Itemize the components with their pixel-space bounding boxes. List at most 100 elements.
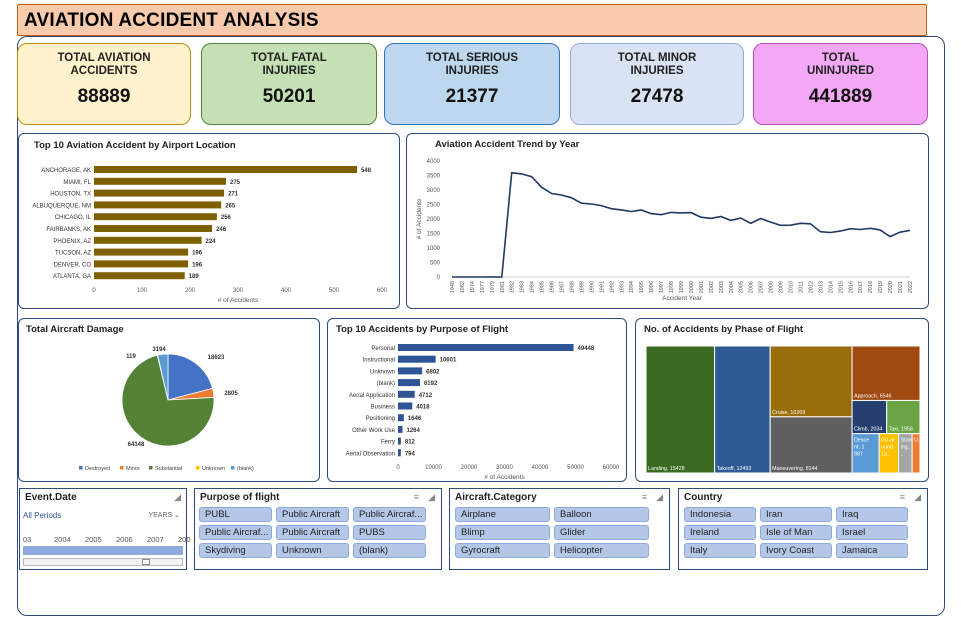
purpose-slicer-title: Purpose of flight bbox=[200, 492, 280, 503]
trend-chart: 0 500 1000 1500 2000 2500 3000 3500 4000 1948 1962… bbox=[416, 159, 914, 302]
legend-label: Minor bbox=[126, 466, 140, 472]
tile-label: .. bbox=[901, 452, 904, 458]
purpose-slicer[interactable]: Purpose of flight ≡ ◢ PUBL Public Aircraf… bbox=[194, 488, 442, 570]
bar bbox=[398, 449, 401, 457]
y-tick-label: 2500 bbox=[427, 203, 441, 209]
x-tick-label: 2021 bbox=[898, 281, 904, 293]
x-tick-label: 1989 bbox=[579, 281, 585, 293]
data-label: 1646 bbox=[408, 416, 422, 422]
chevron-down-icon: ⌄ bbox=[174, 512, 180, 519]
slicer-item[interactable]: Public Aircraf... bbox=[199, 525, 272, 540]
kpi-label: TOTAL FATAL INJURIES bbox=[251, 52, 327, 77]
category-label: Aerial Application bbox=[349, 393, 395, 399]
data-label: 6192 bbox=[424, 381, 438, 387]
x-tick-label: 2002 bbox=[709, 281, 715, 293]
page-title: AVIATION ACCIDENT ANALYSIS bbox=[24, 10, 319, 31]
treemap-tile bbox=[769, 345, 853, 418]
multi-select-icon[interactable]: ≡ bbox=[414, 492, 419, 502]
slicer-item[interactable]: Israel bbox=[836, 525, 908, 540]
slicer-item[interactable]: Isle of Man bbox=[760, 525, 832, 540]
timeline-bar[interactable] bbox=[23, 546, 183, 555]
scrollbar-thumb[interactable] bbox=[142, 559, 150, 565]
category-label: Other Work Use bbox=[352, 428, 396, 434]
y-tick-label: 0 bbox=[437, 275, 441, 281]
x-tick-label: 1984 bbox=[530, 281, 536, 293]
clear-filter-icon[interactable]: ◢ bbox=[428, 492, 435, 503]
multi-select-icon[interactable]: ≡ bbox=[900, 492, 905, 502]
slicer-item[interactable]: Balloon bbox=[554, 507, 649, 522]
timeline-scrollbar[interactable] bbox=[23, 558, 183, 566]
x-tick-label: 20000 bbox=[461, 465, 478, 471]
slicer-item[interactable]: Unknown bbox=[276, 543, 349, 558]
kpi-label: TOTAL UNINJURED bbox=[806, 52, 875, 77]
slicer-item[interactable]: PUBS bbox=[353, 525, 426, 540]
x-tick-label: 2016 bbox=[848, 281, 854, 293]
time-unit-dropdown[interactable]: YEARS ⌄ bbox=[148, 511, 180, 519]
clear-filter-icon[interactable]: ◢ bbox=[174, 492, 181, 503]
data-label: 189 bbox=[189, 274, 200, 280]
x-tick-label: 30000 bbox=[496, 465, 513, 471]
treemap-tile bbox=[769, 416, 853, 474]
slicer-item[interactable]: Ivory Coast bbox=[760, 543, 832, 558]
x-tick-label: 1999 bbox=[679, 281, 685, 293]
bar bbox=[94, 166, 358, 173]
event-date-slicer-title: Event.Date bbox=[25, 492, 77, 503]
x-tick-label: 1995 bbox=[639, 281, 645, 293]
clear-filter-icon[interactable]: ◢ bbox=[914, 492, 921, 503]
clear-filter-icon[interactable]: ◢ bbox=[656, 492, 663, 503]
tile-label: Approach, 6546 bbox=[854, 393, 891, 399]
title-bar: AVIATION ACCIDENT ANALYSIS bbox=[17, 4, 927, 36]
all-periods-label[interactable]: All Periods bbox=[23, 511, 61, 520]
slicer-item[interactable]: Blimp bbox=[455, 525, 550, 540]
y-tick-label: 500 bbox=[430, 261, 441, 267]
x-tick-label: 1988 bbox=[569, 281, 575, 293]
purpose-chart: Personal 49448 Instructional 10601 Unknown 68… bbox=[346, 344, 620, 481]
slicer-item[interactable]: Jamaica bbox=[836, 543, 908, 558]
phase-chart-panel: No. of Accidents by Phase of Flight Land… bbox=[635, 318, 929, 482]
y-tick-label: 1000 bbox=[427, 246, 441, 252]
damage-chart-panel: Total Aircraft Damage 18623 2805 64148 119 3… bbox=[18, 318, 320, 482]
slicer-item[interactable]: Glider bbox=[554, 525, 649, 540]
multi-select-icon[interactable]: ≡ bbox=[642, 492, 647, 502]
bar bbox=[398, 402, 413, 410]
slicer-item[interactable]: Iran bbox=[760, 507, 832, 522]
airport-chart: ANCHORAGE, AK 548 MIAMI, FL 275 HOUSTON, TX 2… bbox=[32, 166, 388, 304]
legend-label: Unknown bbox=[202, 466, 225, 472]
slicer-item[interactable]: Indonesia bbox=[684, 507, 756, 522]
slicer-item[interactable]: Helicopter bbox=[554, 543, 649, 558]
category-label: Positioning bbox=[366, 416, 395, 422]
tile-label: nt, 1 bbox=[854, 445, 864, 451]
slicer-item[interactable]: Skydiving bbox=[199, 543, 272, 558]
slicer-item[interactable]: Ireland bbox=[684, 525, 756, 540]
event-date-slicer[interactable]: Event.Date ◢ All Periods YEARS ⌄ 03 2004 2… bbox=[19, 488, 191, 570]
slicer-item[interactable]: Airplane bbox=[455, 507, 550, 522]
slicer-item[interactable]: Gyrocraft bbox=[455, 543, 550, 558]
slicer-item[interactable]: Public Aircraft bbox=[276, 507, 349, 522]
kpi-value: 27478 bbox=[630, 86, 684, 107]
x-axis-label: Accident Year bbox=[662, 295, 703, 302]
slicer-item[interactable]: Public Aircraft bbox=[276, 525, 349, 540]
x-tick-label: 1998 bbox=[669, 281, 675, 293]
aircraft-category-slicer-title: Aircraft.Category bbox=[455, 492, 537, 503]
kpi-value: 441889 bbox=[808, 86, 873, 107]
kpi-uninjured: TOTAL UNINJURED 441889 bbox=[753, 43, 928, 125]
country-slicer[interactable]: Country ≡ ◢ Indonesia Iran Iraq Ireland Isle… bbox=[678, 488, 928, 570]
slicer-item[interactable]: PUBL bbox=[199, 507, 272, 522]
category-label: TUCSON, AZ bbox=[55, 251, 91, 257]
x-tick-label: 40000 bbox=[532, 465, 549, 471]
aircraft-category-slicer[interactable]: Aircraft.Category ≡ ◢ Airplane Balloon Bli… bbox=[449, 488, 670, 570]
bar bbox=[94, 213, 217, 221]
x-tick-label: 2005 bbox=[739, 281, 745, 293]
data-label: 794 bbox=[405, 451, 416, 457]
slicer-item[interactable]: (blank) bbox=[353, 543, 426, 558]
category-label: CHICAGO, IL bbox=[55, 215, 92, 221]
x-tick-label: 2018 bbox=[868, 281, 874, 293]
country-slicer-title: Country bbox=[684, 492, 723, 503]
slicer-item[interactable]: Public Aircraf... bbox=[353, 507, 426, 522]
tile-label: Landing, 15428 bbox=[648, 466, 685, 472]
x-tick-label: 1986 bbox=[550, 281, 556, 293]
slicer-item[interactable]: Iraq bbox=[836, 507, 908, 522]
data-label: 246 bbox=[216, 227, 227, 233]
tile-label: U... bbox=[914, 438, 922, 444]
slicer-item[interactable]: Italy bbox=[684, 543, 756, 558]
